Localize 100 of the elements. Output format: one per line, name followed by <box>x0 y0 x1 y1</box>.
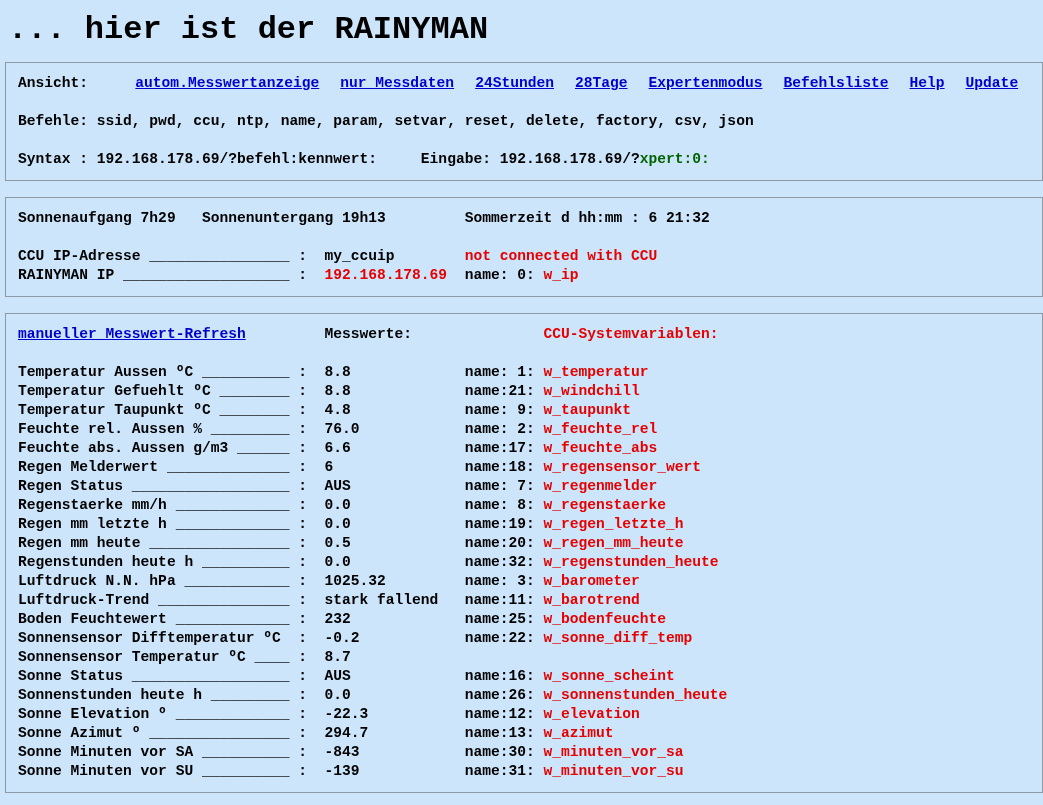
dst-text: Sommerzeit d hh:mm : 6 21:32 <box>464 209 711 228</box>
measurement-value: AUS <box>324 477 352 496</box>
variable-name: w_regenmelder <box>543 477 659 496</box>
nav-link[interactable]: autom.Messwertanzeige <box>135 74 320 93</box>
measurement-value: 6.6 <box>324 439 352 458</box>
variable-index: name:25: <box>464 610 536 629</box>
measurement-label: Regen Status __________________ : <box>18 477 308 496</box>
measurement-label: Temperatur Aussen ºC __________ : <box>18 363 308 382</box>
measurement-value: 76.0 <box>324 420 361 439</box>
variable-name: w_regensensor_wert <box>543 458 703 477</box>
variable-name: w_sonne_diff_temp <box>543 629 694 648</box>
measurement-label: Sonne Elevation º _____________ : <box>18 705 308 724</box>
variable-name: w_regenstaerke <box>543 496 668 515</box>
status-message: not connected with CCU <box>464 247 659 266</box>
syntax-text: Syntax : 192.168.178.69/?befehl:kennwert: <box>18 150 378 169</box>
measurement-label: Sonne Minuten vor SA __________ : <box>18 743 308 762</box>
measurement-label: Feuchte rel. Aussen % _________ : <box>18 420 308 439</box>
variable-name: w_ip <box>543 266 580 285</box>
variable-index: name:11: <box>464 591 536 610</box>
variable-index: name:21: <box>464 382 536 401</box>
measurement-value: -843 <box>324 743 361 762</box>
variable-name: w_azimut <box>543 724 615 743</box>
measurement-label: Regenstaerke mm/h _____________ : <box>18 496 308 515</box>
variable-index: name:22: <box>464 629 536 648</box>
measurement-label: Luftdruck N.N. hPa ____________ : <box>18 572 308 591</box>
measurement-label: Regenstunden heute h __________ : <box>18 553 308 572</box>
column-heading: Messwerte: <box>324 325 414 344</box>
variable-name: w_taupunkt <box>543 401 632 420</box>
variable-name: w_regenstunden_heute <box>543 553 720 572</box>
variable-index: name:26: <box>464 686 536 705</box>
measurement-label: Temperatur Taupunkt ºC ________ : <box>18 401 308 420</box>
measurement-value: 0.0 <box>324 686 352 705</box>
variable-index: name:13: <box>464 724 536 743</box>
field-label: CCU IP-Adresse ________________ : <box>18 247 308 266</box>
measurement-value: AUS <box>324 667 352 686</box>
variable-index: name:20: <box>464 534 536 553</box>
variable-name: w_temperatur <box>543 363 650 382</box>
measurement-label: Sonnenstunden heute h _________ : <box>18 686 308 705</box>
measurement-value: 4.8 <box>324 401 352 420</box>
measurement-label: Sonnensensor Difftemperatur ºC : <box>18 629 308 648</box>
measurement-label: Luftdruck-Trend _______________ : <box>18 591 308 610</box>
variable-name: w_sonne_scheint <box>543 667 676 686</box>
variable-name: w_minuten_vor_su <box>543 762 685 781</box>
menu-label: Ansicht: <box>18 74 89 93</box>
measurement-value: 0.0 <box>324 553 352 572</box>
nav-link[interactable]: Update <box>965 74 1019 93</box>
measurement-value: 0.0 <box>324 515 352 534</box>
measurement-label: Sonne Minuten vor SU __________ : <box>18 762 308 781</box>
variable-index: name:31: <box>464 762 536 781</box>
page-title: ... hier ist der RAINYMAN <box>8 11 490 49</box>
variable-index: name:30: <box>464 743 536 762</box>
variable-name: w_elevation <box>543 705 641 724</box>
measurement-label: Regen mm letzte h _____________ : <box>18 515 308 534</box>
variable-name: w_barotrend <box>543 591 641 610</box>
nav-link[interactable]: Befehlsliste <box>783 74 889 93</box>
measurement-value: -22.3 <box>324 705 370 724</box>
variable-name: w_windchill <box>543 382 641 401</box>
refresh-link[interactable]: manueller Messwert-Refresh <box>18 325 325 344</box>
measurement-value: -0.2 <box>324 629 361 648</box>
variable-index: name: 2: <box>464 420 536 439</box>
measurement-value: 0.5 <box>324 534 352 553</box>
variable-index: name:32: <box>464 553 536 572</box>
variable-index: name: 3: <box>464 572 536 591</box>
input-label: Eingabe: 192.168.178.69/? <box>420 150 640 169</box>
field-value: my_ccuip <box>324 247 396 266</box>
measurement-label: Temperatur Gefuehlt ºC ________ : <box>18 382 308 401</box>
variable-index: name: 8: <box>464 496 536 515</box>
measurement-label: Sonne Status __________________ : <box>18 667 308 686</box>
nav-link[interactable]: Help <box>909 74 945 93</box>
nav-link[interactable]: nur Messdaten <box>340 74 455 93</box>
measurement-value: 8.8 <box>324 363 352 382</box>
variable-index: name: 1: <box>464 363 536 382</box>
variable-index: name:18: <box>464 458 536 477</box>
nav-link[interactable]: 24Stunden <box>475 74 554 93</box>
variable-name: w_sonnenstunden_heute <box>543 686 729 705</box>
measurement-value: -139 <box>324 762 361 781</box>
measurement-label: Sonne Azimut º ________________ : <box>18 724 308 743</box>
variable-name: w_barometer <box>543 572 641 591</box>
measurement-value: 6 <box>324 458 335 477</box>
variable-index: name:16: <box>464 667 536 686</box>
measurement-value: 1025.32 <box>324 572 387 591</box>
measurement-value: 0.0 <box>324 496 352 515</box>
measurement-value: 232 <box>324 610 352 629</box>
variable-name: w_feuchte_rel <box>543 420 659 439</box>
nav-link[interactable]: 28Tage <box>575 74 628 93</box>
variable-index: name:17: <box>464 439 536 458</box>
measurement-label: Sonnensensor Temperatur ºC ____ : <box>18 648 308 667</box>
field-value: 192.168.178.69 <box>324 266 449 285</box>
variable-index: name: 7: <box>464 477 536 496</box>
measurement-value: 294.7 <box>324 724 370 743</box>
nav-link[interactable]: Expertenmodus <box>648 74 763 93</box>
variable-index: name: 9: <box>464 401 536 420</box>
measurement-value: stark fallend <box>324 591 440 610</box>
field-label: RAINYMAN IP ___________________ : <box>18 266 308 285</box>
variable-index: name: 0: <box>464 266 536 285</box>
variable-name: w_bodenfeuchte <box>543 610 668 629</box>
measurement-value: 8.7 <box>324 648 352 667</box>
variable-name: w_regen_letzte_h <box>543 515 685 534</box>
commands-text: Befehle: ssid, pwd, ccu, ntp, name, param, setvar, reset, delete, factory, csv, json <box>18 112 755 131</box>
variable-name: w_minuten_vor_sa <box>543 743 685 762</box>
